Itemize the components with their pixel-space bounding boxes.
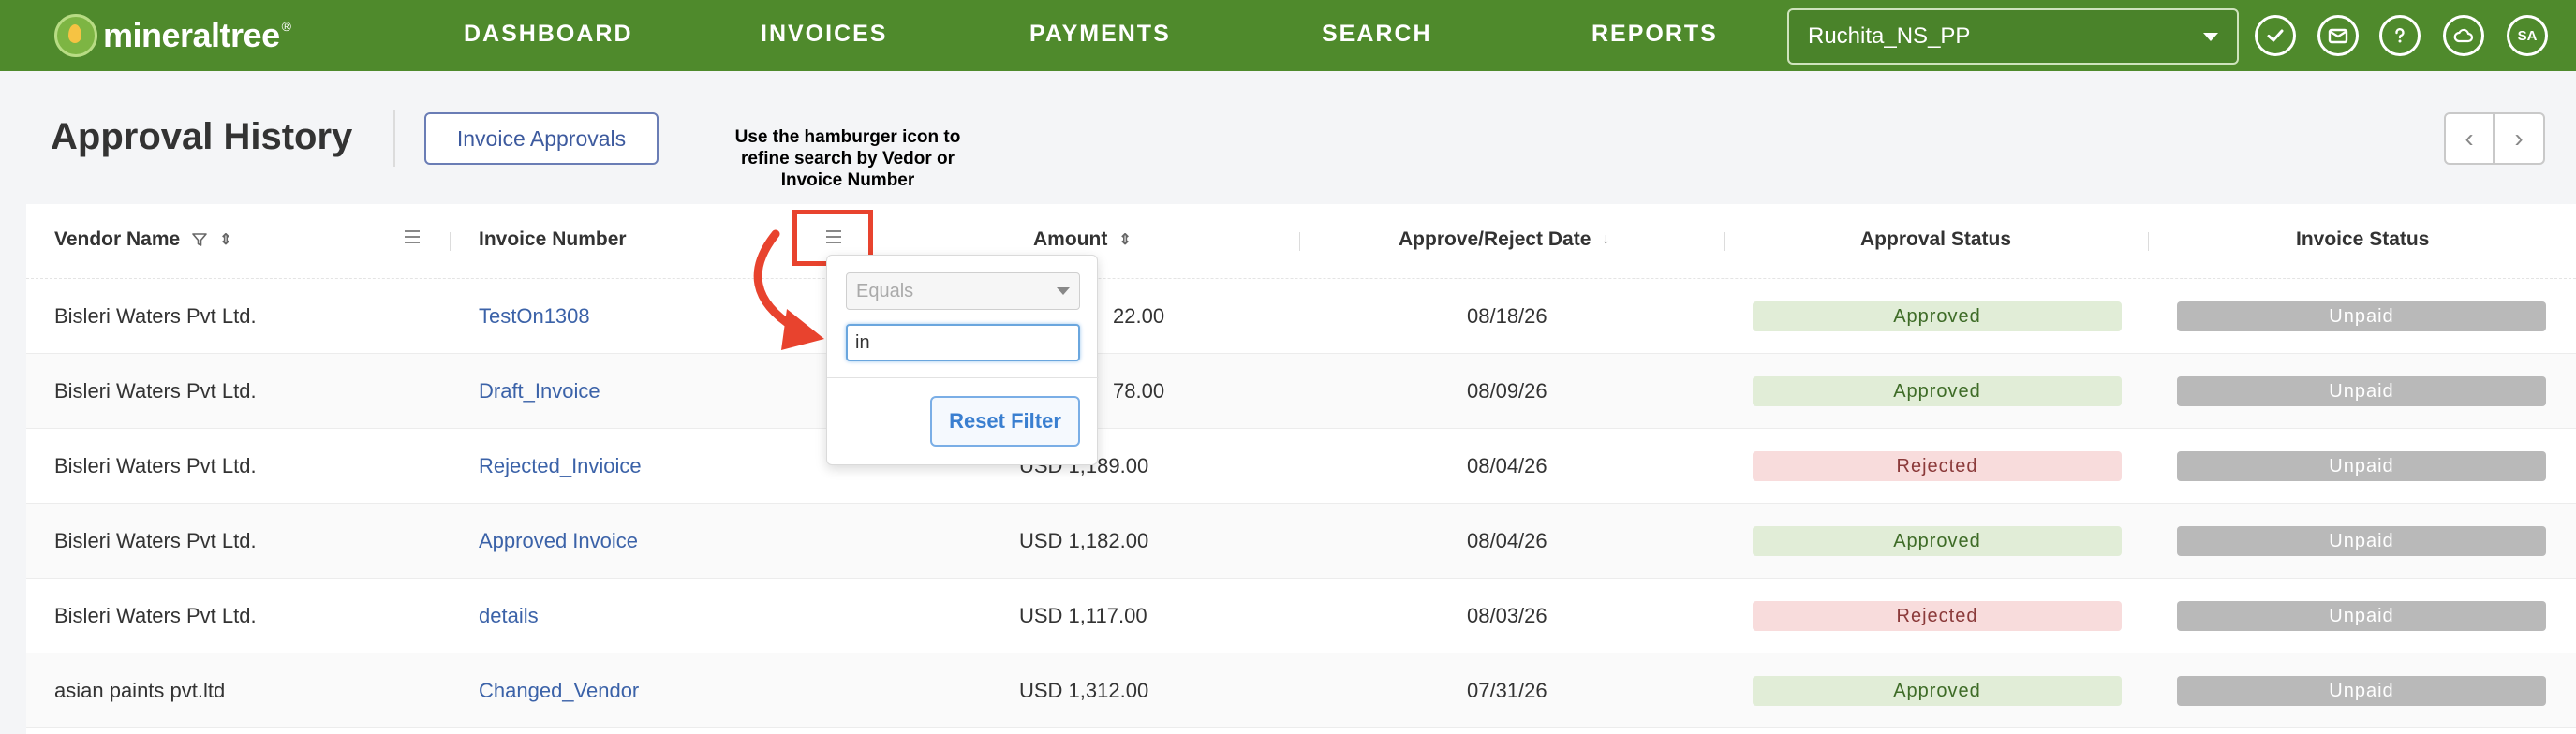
amount-cell: USD 1,117.00 — [1019, 604, 1147, 627]
invoice-number-link[interactable]: details — [479, 604, 539, 628]
column-header-approval-status[interactable]: Approval Status — [1860, 228, 2011, 251]
vendor-name-cell: Bisleri Waters Pvt Ltd. — [54, 604, 257, 627]
invoice-number-link[interactable]: Approved Invoice — [479, 529, 638, 553]
table-row[interactable]: Bisleri Waters Pvt Ltd. Draft_Invoice 78… — [26, 354, 2576, 429]
column-separator — [450, 232, 451, 251]
invoice-number-link[interactable]: TestOn1308 — [479, 304, 590, 329]
logo-trademark: ® — [281, 19, 291, 34]
logo-icon — [54, 14, 97, 57]
mail-icon[interactable] — [2317, 15, 2359, 56]
column-header-invoice-number[interactable]: Invoice Number — [479, 228, 627, 251]
vendor-column-menu-icon[interactable] — [405, 230, 420, 243]
top-nav-bar: mineraltree ® DASHBOARD INVOICES PAYMENT… — [0, 0, 2576, 71]
amount-cell: USD 1,182.00 — [1019, 529, 1149, 552]
column-separator — [2148, 232, 2149, 251]
column-separator — [1724, 232, 1725, 251]
amount-cell: 78.00 — [1113, 379, 1165, 403]
approval-status-badge: Approved — [1753, 301, 2122, 331]
table-header: Vendor Name ⇕ Invoice Number Amount ⇕ Ap… — [26, 204, 2576, 279]
user-avatar[interactable]: SA — [2507, 15, 2548, 56]
table-row[interactable]: Bisleri Waters Pvt Ltd. details USD 1,11… — [26, 579, 2576, 653]
approval-status-badge: Rejected — [1753, 601, 2122, 631]
chevron-left-icon: ‹ — [2465, 124, 2474, 153]
mineraltree-logo[interactable]: mineraltree ® — [54, 11, 291, 60]
column-header-approve-reject-date[interactable]: Approve/Reject Date ↓ — [1399, 228, 1609, 251]
nav-dashboard[interactable]: DASHBOARD — [464, 21, 633, 48]
tutorial-annotation: Use the hamburger icon to refine search … — [734, 127, 961, 190]
approval-status-badge: Approved — [1753, 526, 2122, 556]
column-header-amount[interactable]: Amount ⇕ — [1033, 228, 1132, 251]
organization-select-value: Ruchita_NS_PP — [1808, 23, 1971, 49]
nav-invoices[interactable]: INVOICES — [761, 21, 887, 48]
invoice-number-link[interactable]: Draft_Invoice — [479, 379, 600, 404]
next-page-button[interactable]: › — [2495, 112, 2545, 165]
nav-payments[interactable]: PAYMENTS — [1029, 21, 1171, 48]
vendor-name-cell: Bisleri Waters Pvt Ltd. — [54, 304, 257, 328]
chevron-right-icon: › — [2514, 124, 2524, 153]
previous-page-button[interactable]: ‹ — [2444, 112, 2495, 165]
column-header-invoice-status[interactable]: Invoice Status — [2296, 228, 2429, 251]
date-cell: 08/04/26 — [1467, 529, 1547, 552]
nav-search[interactable]: SEARCH — [1322, 21, 1432, 48]
date-cell: 08/18/26 — [1467, 304, 1547, 328]
table-row[interactable]: Bisleri Waters Pvt Ltd. TestOn1308 22.00… — [26, 279, 2576, 354]
annotation-arrow — [753, 229, 824, 350]
amount-cell: USD 1,312.00 — [1019, 679, 1149, 702]
chevron-down-icon — [1057, 287, 1070, 295]
sort-icon[interactable]: ⇕ — [219, 230, 231, 249]
filter-icon[interactable] — [191, 231, 208, 248]
invoice-status-badge: Unpaid — [2177, 301, 2546, 331]
vendor-name-cell: Bisleri Waters Pvt Ltd. — [54, 454, 257, 477]
help-icon[interactable] — [2379, 15, 2421, 56]
amount-cell: 22.00 — [1113, 304, 1165, 328]
sort-icon[interactable]: ⇕ — [1118, 230, 1131, 249]
vendor-name-cell: Bisleri Waters Pvt Ltd. — [54, 529, 257, 552]
table-row[interactable]: asian paints pvt.ltd Changed_Vendor USD … — [26, 653, 2576, 728]
table-row[interactable]: Bisleri Waters Pvt Ltd. Approved Invoice… — [26, 504, 2576, 579]
reset-filter-button[interactable]: Reset Filter — [930, 396, 1080, 447]
invoice-number-link[interactable]: Changed_Vendor — [479, 679, 639, 703]
invoice-approvals-button[interactable]: Invoice Approvals — [424, 112, 659, 165]
cloud-icon[interactable] — [2443, 15, 2484, 56]
approval-status-badge: Rejected — [1753, 451, 2122, 481]
approval-status-badge: Approved — [1753, 676, 2122, 706]
approval-history-table: Vendor Name ⇕ Invoice Number Amount ⇕ Ap… — [26, 204, 2576, 734]
page-title: Approval History — [51, 116, 353, 157]
chevron-down-icon — [2203, 32, 2218, 41]
invoice-status-badge: Unpaid — [2177, 376, 2546, 406]
table-row[interactable]: Bisleri Waters Pvt Ltd. Rejected_Invioic… — [26, 429, 2576, 504]
popup-divider — [827, 377, 1099, 378]
invoice-number-link[interactable]: Rejected_Invioice — [479, 454, 642, 478]
logo-text: mineraltree — [103, 16, 280, 54]
date-cell: 08/09/26 — [1467, 379, 1547, 403]
date-cell: 08/04/26 — [1467, 454, 1547, 477]
date-cell: 07/31/26 — [1467, 679, 1547, 702]
column-header-vendor-name[interactable]: Vendor Name ⇕ — [54, 228, 232, 251]
invoice-status-badge: Unpaid — [2177, 676, 2546, 706]
approval-status-badge: Approved — [1753, 376, 2122, 406]
invoice-status-badge: Unpaid — [2177, 451, 2546, 481]
column-separator — [1299, 232, 1300, 251]
sort-descending-icon[interactable]: ↓ — [1602, 231, 1609, 248]
nav-reports[interactable]: REPORTS — [1591, 21, 1718, 48]
invoice-status-badge: Unpaid — [2177, 526, 2546, 556]
invoice-status-badge: Unpaid — [2177, 601, 2546, 631]
date-cell: 08/03/26 — [1467, 604, 1547, 627]
vendor-name-cell: Bisleri Waters Pvt Ltd. — [54, 379, 257, 403]
title-divider — [393, 110, 395, 167]
check-circle-icon[interactable] — [2255, 15, 2296, 56]
vendor-name-cell: asian paints pvt.ltd — [54, 679, 226, 702]
organization-select[interactable]: Ruchita_NS_PP — [1787, 8, 2239, 65]
